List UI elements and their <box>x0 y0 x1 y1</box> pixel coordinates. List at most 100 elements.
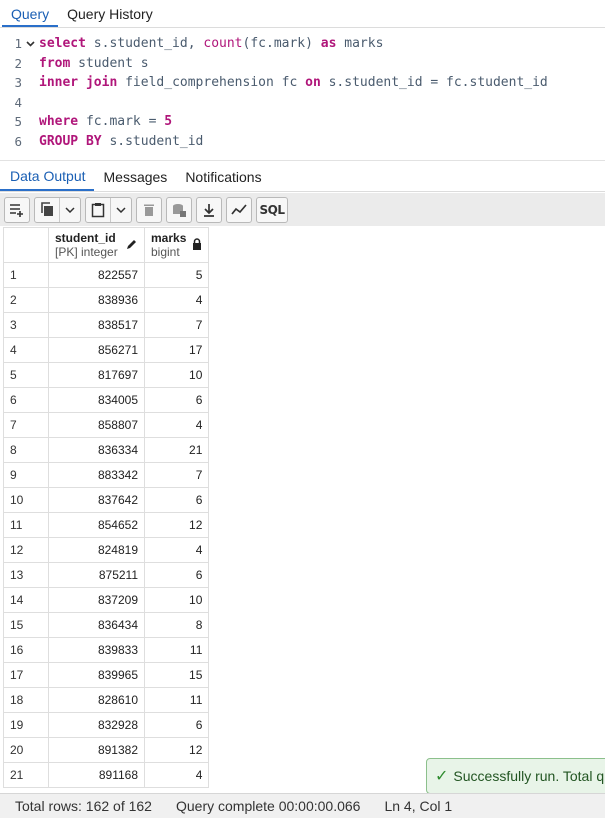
cell-student-id[interactable]: 836334 <box>48 437 145 463</box>
row-number[interactable]: 4 <box>3 337 49 363</box>
cell-student-id[interactable]: 856271 <box>48 337 145 363</box>
delete-icon[interactable] <box>137 198 161 222</box>
cell-marks[interactable]: 4 <box>143 762 210 788</box>
row-number[interactable]: 8 <box>3 437 49 463</box>
row-number[interactable]: 18 <box>3 687 49 713</box>
table-row[interactable]: 16 839833 11 <box>3 637 210 663</box>
save-data-icon[interactable] <box>167 198 191 222</box>
row-number[interactable]: 1 <box>3 262 49 288</box>
cell-student-id[interactable]: 883342 <box>48 462 145 488</box>
row-number[interactable]: 13 <box>3 562 49 588</box>
cell-student-id[interactable]: 858807 <box>48 412 145 438</box>
cell-marks[interactable]: 10 <box>143 362 210 388</box>
cell-marks[interactable]: 17 <box>143 337 210 363</box>
cell-student-id[interactable]: 838517 <box>48 312 145 338</box>
cell-marks[interactable]: 5 <box>143 262 210 288</box>
cell-marks[interactable]: 6 <box>143 387 210 413</box>
cell-student-id[interactable]: 837209 <box>48 587 145 613</box>
table-row[interactable]: 19 832928 6 <box>3 712 210 738</box>
table-row[interactable]: 7 858807 4 <box>3 412 210 438</box>
table-row[interactable]: 4 856271 17 <box>3 337 210 363</box>
table-row[interactable]: 14 837209 10 <box>3 587 210 613</box>
table-row[interactable]: 2 838936 4 <box>3 287 210 313</box>
cell-marks[interactable]: 4 <box>143 412 210 438</box>
row-number[interactable]: 12 <box>3 537 49 563</box>
cell-student-id[interactable]: 828610 <box>48 687 145 713</box>
code-line[interactable]: 4 <box>0 93 605 112</box>
cell-marks[interactable]: 4 <box>143 287 210 313</box>
table-row[interactable]: 12 824819 4 <box>3 537 210 563</box>
table-row[interactable]: 15 836434 8 <box>3 612 210 638</box>
cell-student-id[interactable]: 822557 <box>48 262 145 288</box>
row-number[interactable]: 9 <box>3 462 49 488</box>
row-number[interactable]: 3 <box>3 312 49 338</box>
row-number[interactable]: 2 <box>3 287 49 313</box>
cell-student-id[interactable]: 839833 <box>48 637 145 663</box>
tab-query[interactable]: Query <box>2 6 59 27</box>
table-row[interactable]: 8 836334 21 <box>3 437 210 463</box>
table-row[interactable]: 21 891168 4 <box>3 762 210 788</box>
cell-student-id[interactable]: 854652 <box>48 512 145 538</box>
cell-student-id[interactable]: 875211 <box>48 562 145 588</box>
cell-marks[interactable]: 4 <box>143 537 210 563</box>
cell-marks[interactable]: 11 <box>143 687 210 713</box>
code-text[interactable]: select s.student_id, count(fc.mark) as m… <box>39 36 383 51</box>
code-text[interactable]: from student s <box>39 56 149 71</box>
row-number[interactable]: 17 <box>3 662 49 688</box>
table-row[interactable]: 3 838517 7 <box>3 312 210 338</box>
table-row[interactable]: 5 817697 10 <box>3 362 210 388</box>
chevron-down-icon[interactable] <box>22 38 39 50</box>
table-row[interactable]: 18 828610 11 <box>3 687 210 713</box>
cell-marks[interactable]: 11 <box>143 637 210 663</box>
cell-student-id[interactable]: 817697 <box>48 362 145 388</box>
row-number[interactable]: 6 <box>3 387 49 413</box>
table-row[interactable]: 10 837642 6 <box>3 487 210 513</box>
row-number[interactable]: 5 <box>3 362 49 388</box>
cell-student-id[interactable]: 832928 <box>48 712 145 738</box>
cell-marks[interactable]: 7 <box>143 462 210 488</box>
chevron-down-icon[interactable] <box>59 197 80 222</box>
code-line[interactable]: 3 inner join field_comprehension fc on s.… <box>0 73 605 92</box>
cell-student-id[interactable]: 837642 <box>48 487 145 513</box>
code-text[interactable]: GROUP BY s.student_id <box>39 134 203 149</box>
table-row[interactable]: 9 883342 7 <box>3 462 210 488</box>
cell-marks[interactable]: 6 <box>143 562 210 588</box>
chevron-down-icon[interactable] <box>110 197 131 222</box>
column-header-student-id[interactable]: student_id [PK] integer <box>48 227 145 263</box>
code-line[interactable]: 2 from student s <box>0 54 605 73</box>
row-number[interactable]: 11 <box>3 512 49 538</box>
cell-student-id[interactable]: 834005 <box>48 387 145 413</box>
table-row[interactable]: 17 839965 15 <box>3 662 210 688</box>
cell-student-id[interactable]: 891382 <box>48 737 145 763</box>
row-number[interactable]: 15 <box>3 612 49 638</box>
copy-icon[interactable] <box>35 198 59 222</box>
cell-student-id[interactable]: 891168 <box>48 762 145 788</box>
cell-marks[interactable]: 6 <box>143 487 210 513</box>
table-row[interactable]: 1 822557 5 <box>3 262 210 288</box>
add-row-icon[interactable] <box>5 198 29 222</box>
tab-query-history[interactable]: Query History <box>58 6 162 27</box>
cell-marks[interactable]: 8 <box>143 612 210 638</box>
column-header-marks[interactable]: marks bigint <box>143 227 210 263</box>
table-row[interactable]: 11 854652 12 <box>3 512 210 538</box>
tab-data-output[interactable]: Data Output <box>0 164 94 191</box>
cell-marks[interactable]: 15 <box>143 662 210 688</box>
cell-marks[interactable]: 10 <box>143 587 210 613</box>
paste-icon[interactable] <box>86 198 110 222</box>
code-text[interactable]: where fc.mark = 5 <box>39 114 172 129</box>
row-number[interactable]: 14 <box>3 587 49 613</box>
cell-marks[interactable]: 6 <box>143 712 210 738</box>
cell-marks[interactable]: 12 <box>143 512 210 538</box>
code-line[interactable]: 6 GROUP BY s.student_id <box>0 132 605 151</box>
row-number[interactable]: 16 <box>3 637 49 663</box>
tab-messages[interactable]: Messages <box>94 165 176 190</box>
row-number[interactable]: 19 <box>3 712 49 738</box>
row-number[interactable]: 10 <box>3 487 49 513</box>
cell-marks[interactable]: 7 <box>143 312 210 338</box>
sql-button[interactable]: SQL <box>257 198 287 222</box>
code-line[interactable]: 1 select s.student_id, count(fc.mark) as … <box>0 34 605 53</box>
cell-student-id[interactable]: 839965 <box>48 662 145 688</box>
cell-marks[interactable]: 21 <box>143 437 210 463</box>
table-row[interactable]: 13 875211 6 <box>3 562 210 588</box>
row-number[interactable]: 21 <box>3 762 49 788</box>
